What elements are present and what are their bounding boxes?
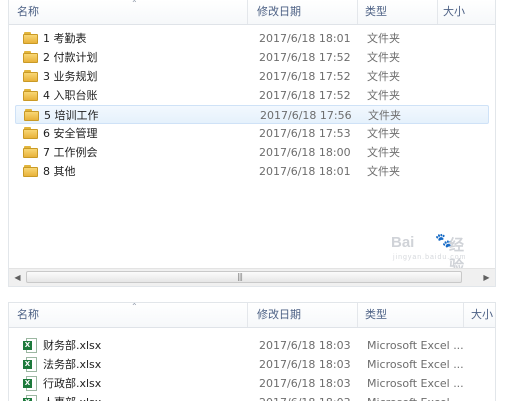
column-header-type[interactable]: 类型	[365, 303, 387, 327]
folder-icon	[23, 51, 39, 63]
file-name: 2 付款计划	[43, 51, 98, 64]
file-name: 8 其他	[43, 165, 76, 178]
file-type: 文件夹	[367, 127, 400, 140]
modified-date: 2017/6/18 18:01	[259, 32, 351, 45]
modified-date: 2017/6/18 17:52	[259, 70, 351, 83]
modified-date: 2017/6/18 18:03	[259, 358, 351, 371]
folder-row[interactable]: 8 其他 2017/6/18 18:01 文件夹	[15, 162, 489, 181]
folder-row[interactable]: 1 考勤表 2017/6/18 18:01 文件夹	[15, 29, 489, 48]
folder-icon	[23, 89, 39, 101]
column-divider[interactable]	[357, 303, 358, 327]
file-type: 文件夹	[367, 165, 400, 178]
folder-row[interactable]: 6 安全管理 2017/6/18 17:53 文件夹	[15, 124, 489, 143]
column-header-date[interactable]: 修改日期	[257, 0, 301, 24]
file-type: 文件夹	[367, 32, 400, 45]
column-divider[interactable]	[463, 303, 464, 327]
folder-row[interactable]: 3 业务规划 2017/6/18 17:52 文件夹	[15, 67, 489, 86]
file-name: 7 工作例会	[43, 146, 98, 159]
column-header-bar: 名称 ⌃ 修改日期 类型 大小	[9, 303, 495, 328]
folder-icon	[23, 32, 39, 44]
file-type: 文件夹	[367, 146, 400, 159]
watermark-text: Bai	[391, 234, 415, 251]
file-type: 文件夹	[367, 70, 400, 83]
scrollbar-thumb[interactable]: |||	[26, 271, 462, 283]
column-header-bar: 名称 ⌃ 修改日期 类型 大小	[9, 0, 495, 25]
file-row[interactable]: X 法务部.xlsx 2017/6/18 18:03 Microsoft Excel …	[15, 355, 489, 374]
file-type: 文件夹	[367, 89, 400, 102]
column-header-date[interactable]: 修改日期	[257, 303, 301, 327]
file-name: 财务部.xlsx	[43, 339, 102, 352]
modified-date: 2017/6/18 18:03	[259, 339, 351, 352]
modified-date: 2017/6/18 17:52	[259, 51, 351, 64]
sort-caret-icon: ⌃	[131, 302, 138, 311]
file-type: 文件夹	[368, 109, 401, 122]
column-header-name[interactable]: 名称	[17, 0, 39, 24]
scrollbar-grip-icon: |||	[237, 272, 243, 281]
file-name: 6 安全管理	[43, 127, 98, 140]
column-header-size[interactable]: 大小	[471, 303, 493, 327]
file-name: 法务部.xlsx	[43, 358, 102, 371]
file-name: 1 考勤表	[43, 32, 87, 45]
folder-icon	[23, 165, 39, 177]
modified-date: 2017/6/18 17:53	[259, 127, 351, 140]
excel-file-list-pane: 名称 ⌃ 修改日期 类型 大小 X 财务部.xlsx 2017/6/18 18:03…	[8, 302, 496, 401]
modified-date: 2017/6/18 18:01	[259, 165, 351, 178]
folder-row[interactable]: 4 入职台账 2017/6/18 17:52 文件夹	[15, 86, 489, 105]
column-header-name[interactable]: 名称	[17, 303, 39, 327]
folder-icon	[23, 146, 39, 158]
horizontal-scrollbar[interactable]: ◀ ||| ▶	[9, 268, 495, 286]
file-type: 文件夹	[367, 51, 400, 64]
modified-date: 2017/6/18 18:03	[259, 377, 351, 390]
folder-icon	[24, 109, 40, 121]
file-type: Microsoft Excel ...	[367, 339, 464, 352]
file-type: Microsoft Excel ...	[367, 358, 464, 371]
folder-row[interactable]: 7 工作例会 2017/6/18 18:00 文件夹	[15, 143, 489, 162]
file-name: 4 入职台账	[43, 89, 98, 102]
column-divider[interactable]	[247, 303, 248, 327]
file-name: 3 业务规划	[43, 70, 98, 83]
column-divider[interactable]	[247, 0, 248, 24]
modified-date: 2017/6/18 17:52	[259, 89, 351, 102]
column-divider[interactable]	[357, 0, 358, 24]
file-row[interactable]: X 行政部.xlsx 2017/6/18 18:03 Microsoft Excel …	[15, 374, 489, 393]
file-name: 5 培训工作	[44, 109, 99, 122]
file-type: Microsoft Excel ...	[367, 377, 464, 390]
excel-file-icon: X	[23, 357, 37, 372]
excel-file-icon: X	[23, 395, 37, 401]
file-row[interactable]: X 财务部.xlsx 2017/6/18 18:03 Microsoft Excel …	[15, 336, 489, 355]
sort-caret-icon: ⌃	[131, 0, 138, 8]
column-header-size[interactable]: 大小	[443, 0, 465, 24]
column-header-type[interactable]: 类型	[365, 0, 387, 24]
folder-list-pane: 名称 ⌃ 修改日期 类型 大小 1 考勤表 2017/6/18 18:01 文件夹 2…	[8, 0, 496, 287]
column-divider[interactable]	[437, 0, 438, 24]
file-name: 行政部.xlsx	[43, 377, 102, 390]
scroll-right-icon[interactable]: ▶	[478, 269, 495, 286]
scroll-left-icon[interactable]: ◀	[9, 269, 26, 286]
folder-icon	[23, 127, 39, 139]
baidu-watermark: Bai 🐾 经验 jingyan.baidu.com	[391, 232, 465, 275]
folder-row[interactable]: 2 付款计划 2017/6/18 17:52 文件夹	[15, 48, 489, 67]
modified-date: 2017/6/18 18:00	[259, 146, 351, 159]
folder-icon	[23, 70, 39, 82]
watermark-url: jingyan.baidu.com	[393, 254, 467, 261]
folder-row[interactable]: 5 培训工作 2017/6/18 17:56 文件夹	[15, 105, 489, 124]
excel-file-icon: X	[23, 376, 37, 391]
excel-file-icon: X	[23, 338, 37, 353]
modified-date: 2017/6/18 17:56	[260, 109, 352, 122]
